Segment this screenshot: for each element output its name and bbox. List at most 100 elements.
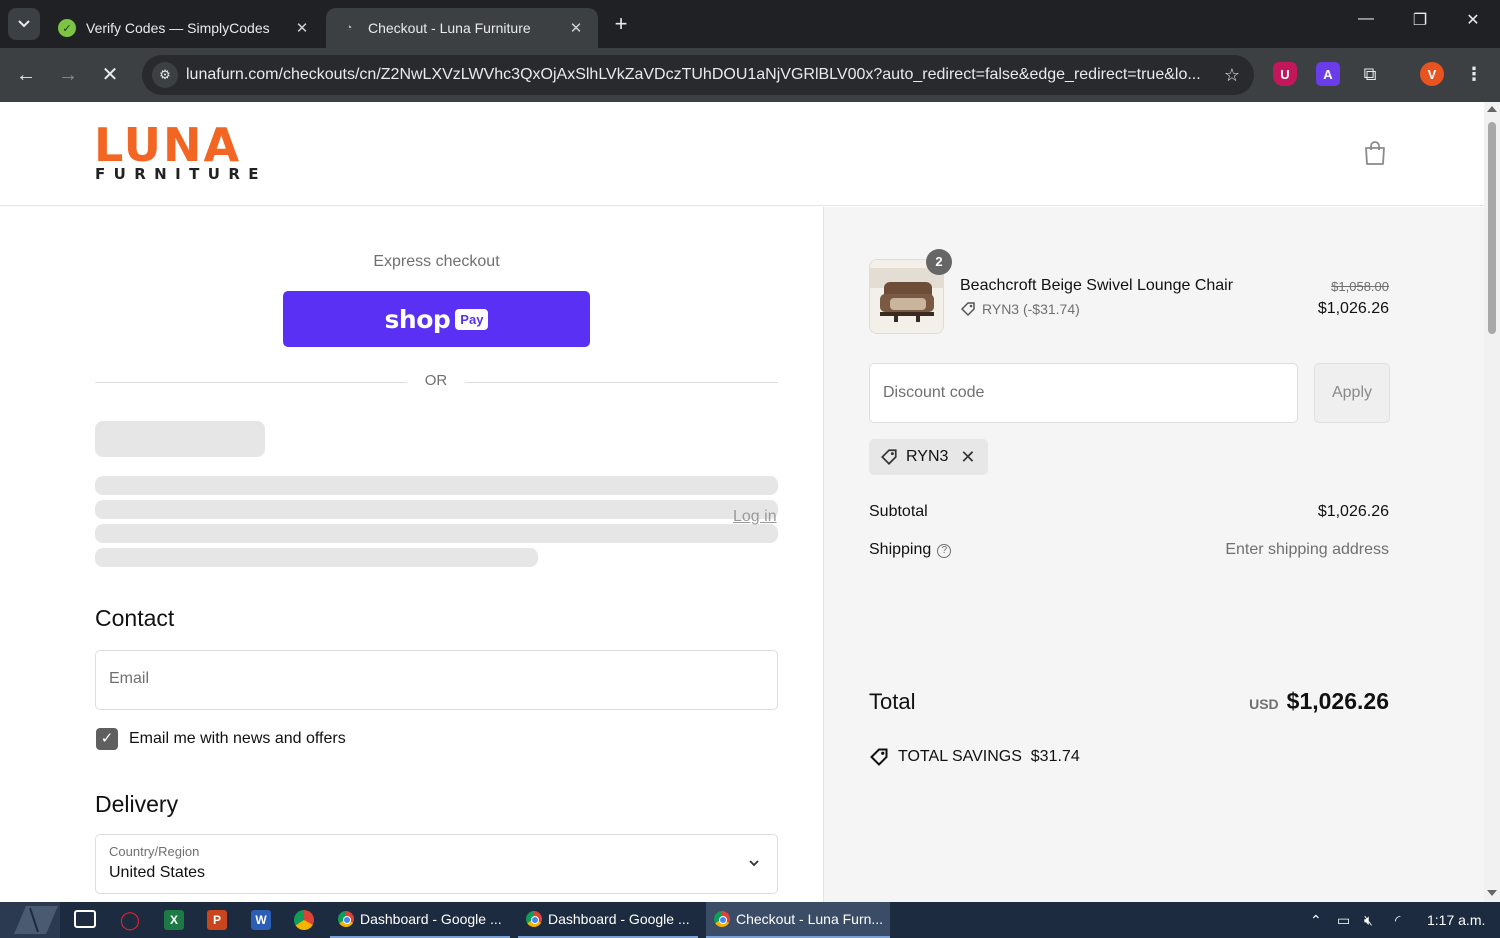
- ublock-extension-icon[interactable]: U: [1273, 62, 1297, 86]
- start-button[interactable]: [0, 902, 60, 938]
- site-info-icon[interactable]: ⚙: [152, 62, 178, 88]
- apply-discount-button[interactable]: Apply: [1314, 363, 1390, 423]
- bookmark-star-icon[interactable]: ☆: [1224, 65, 1240, 86]
- tab-search-button[interactable]: [8, 8, 40, 40]
- shop-pay-wordmark: shop: [384, 304, 451, 334]
- url-text[interactable]: lunafurn.com/checkouts/cn/Z2NwLXVzLWVhc3…: [186, 66, 1214, 84]
- forward-button[interactable]: →: [54, 61, 82, 89]
- contact-heading: Contact: [95, 605, 175, 631]
- browser-toolbar: ← → ✕ ⚙ lunafurn.com/checkouts/cn/Z2NwLX…: [0, 48, 1500, 102]
- chrome-icon[interactable]: [294, 910, 314, 930]
- savings-label: TOTAL SAVINGS: [898, 748, 1022, 765]
- ext-a-letter: A: [1323, 66, 1333, 82]
- country-value: United States: [109, 864, 206, 881]
- tab-simplycodes[interactable]: ✓ Verify Codes — SimplyCodes ✕: [44, 8, 324, 48]
- tab-luna-checkout[interactable]: ◔ Checkout - Luna Furniture ✕: [326, 8, 598, 48]
- chrome-icon: [714, 911, 730, 927]
- loading-skeleton: [95, 421, 265, 457]
- checkout-form: Express checkout shop Pay OR Contact Log…: [0, 207, 823, 902]
- scroll-down-arrow-icon[interactable]: [1487, 890, 1497, 896]
- taskbar-app-dashboard-2[interactable]: Dashboard - Google ...: [518, 902, 698, 938]
- taskbar-app-label: Dashboard - Google ...: [360, 911, 502, 927]
- volume-muted-icon[interactable]: 🔇︎: [1364, 912, 1373, 929]
- news-offers-checkbox[interactable]: ✓: [96, 728, 118, 750]
- address-bar[interactable]: ⚙ lunafurn.com/checkouts/cn/Z2NwLXVzLWVh…: [142, 55, 1254, 95]
- excel-icon[interactable]: X: [164, 910, 184, 930]
- show-hidden-icons-icon[interactable]: ⌃: [1310, 912, 1322, 929]
- total-value: $1,026.26: [1286, 688, 1389, 714]
- shopping-bag-icon[interactable]: [1363, 140, 1387, 166]
- or-label: OR: [424, 372, 448, 389]
- stop-loading-button[interactable]: ✕: [96, 61, 124, 89]
- profile-initial: V: [1427, 66, 1437, 82]
- scroll-thumb[interactable]: [1488, 122, 1496, 334]
- applied-discount-chip: RYN3 ✕: [869, 439, 988, 475]
- minimize-button[interactable]: —: [1346, 10, 1386, 28]
- country-select[interactable]: Country/Region United States: [95, 834, 778, 894]
- new-tab-button[interactable]: +: [608, 12, 634, 38]
- page-scrollbar[interactable]: [1484, 102, 1500, 902]
- discounted-price: $1,026.26: [1317, 300, 1389, 317]
- shop-pay-button[interactable]: shop Pay: [283, 291, 590, 347]
- subtotal-value: $1,026.26: [1317, 503, 1389, 520]
- close-tab-icon[interactable]: ✕: [566, 19, 586, 37]
- savings-tag-icon: [870, 748, 888, 766]
- order-summary: 2 Beachcroft Beige Swivel Lounge Chair R…: [823, 207, 1484, 902]
- scroll-up-arrow-icon[interactable]: [1487, 106, 1497, 112]
- express-checkout-label: Express checkout: [373, 253, 500, 270]
- checkout-page: LUNA FURNITURE Express checkout shop Pay…: [0, 102, 1484, 902]
- logo-wordmark[interactable]: LUNA: [94, 122, 241, 168]
- back-button[interactable]: ←: [12, 61, 40, 89]
- original-price: $1,058.00: [1331, 279, 1389, 294]
- chrome-icon: [338, 911, 354, 927]
- total-label: Total: [869, 689, 916, 714]
- tab-title: Verify Codes — SimplyCodes: [86, 20, 270, 36]
- close-window-button[interactable]: ✕: [1453, 10, 1493, 30]
- total-savings: TOTAL SAVINGS $31.74: [869, 747, 1080, 767]
- news-offers-label[interactable]: Email me with news and offers: [129, 730, 346, 748]
- remove-discount-icon[interactable]: ✕: [960, 447, 975, 468]
- country-label: Country/Region: [109, 844, 200, 859]
- delivery-heading: Delivery: [95, 791, 179, 817]
- loading-skeleton: [95, 476, 778, 495]
- subtotal-label: Subtotal: [869, 503, 928, 520]
- extensions-puzzle-icon[interactable]: ⧉: [1358, 62, 1382, 86]
- taskbar-app-label: Dashboard - Google ...: [548, 911, 690, 927]
- quantity-badge: 2: [926, 249, 952, 275]
- windows-logo-icon: [14, 906, 58, 934]
- divider-line: [465, 382, 778, 383]
- shipping-label: Shipping: [869, 541, 932, 558]
- simplycodes-favicon-icon: ✓: [58, 19, 76, 37]
- battery-icon[interactable]: ▭: [1337, 912, 1350, 929]
- profile-avatar[interactable]: V: [1420, 62, 1444, 86]
- discount-code-input[interactable]: Discount code: [869, 363, 1298, 423]
- loading-favicon-icon: ◔: [345, 22, 353, 34]
- loading-skeleton: [95, 500, 778, 519]
- email-placeholder: Email: [109, 670, 150, 687]
- wifi-icon[interactable]: ◜: [1395, 912, 1400, 929]
- tag-icon: [881, 449, 897, 465]
- login-link[interactable]: Log in: [733, 508, 777, 526]
- email-field[interactable]: Email: [95, 650, 778, 710]
- logo-subtitle: FURNITURE: [95, 165, 267, 183]
- task-view-icon[interactable]: [74, 910, 96, 928]
- ext-u-letter: U: [1280, 66, 1290, 82]
- taskbar-app-checkout[interactable]: Checkout - Luna Furn...: [706, 902, 890, 938]
- loading-skeleton: [95, 524, 778, 543]
- close-tab-icon[interactable]: ✕: [292, 19, 312, 37]
- applied-code: RYN3: [906, 448, 949, 465]
- product-name: Beachcroft Beige Swivel Lounge Chair: [960, 277, 1234, 294]
- taskbar-app-label: Checkout - Luna Furn...: [736, 911, 884, 927]
- restore-button[interactable]: ❐: [1400, 10, 1440, 30]
- taskbar-app-dashboard-1[interactable]: Dashboard - Google ...: [330, 902, 510, 938]
- clock[interactable]: 1:17 a.m.: [1427, 912, 1485, 928]
- chevron-down-icon: [18, 20, 30, 28]
- help-icon[interactable]: ?: [937, 544, 952, 558]
- windows-taskbar: ◯ X P W Dashboard - Google ... Dashboard…: [0, 902, 1500, 938]
- shipping-value: Enter shipping address: [1225, 541, 1389, 558]
- opera-icon[interactable]: ◯: [120, 910, 140, 930]
- extension-a-icon[interactable]: A: [1316, 62, 1340, 86]
- word-icon[interactable]: W: [251, 910, 271, 930]
- browser-menu-icon[interactable]: ⋮: [1462, 62, 1486, 86]
- powerpoint-icon[interactable]: P: [207, 910, 227, 930]
